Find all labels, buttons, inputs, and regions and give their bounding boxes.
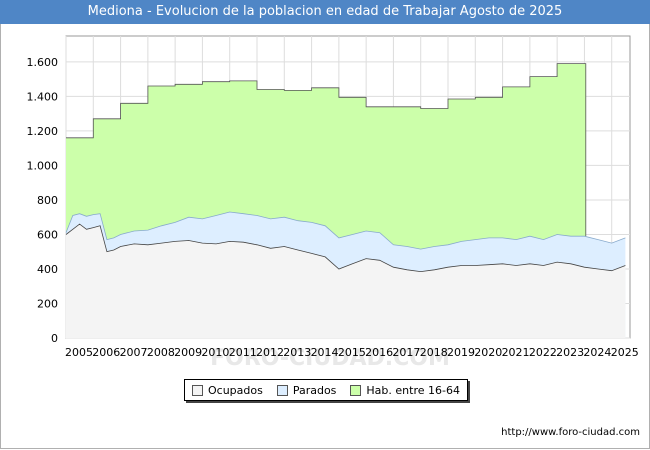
y-tick-label: 1.200 — [27, 125, 59, 138]
x-tick-label: 2021 — [502, 346, 530, 359]
legend-swatch-parados — [276, 384, 288, 396]
x-tick-label: 2018 — [420, 346, 448, 359]
x-tick-label: 2009 — [174, 346, 202, 359]
legend-item-parados: Parados — [276, 383, 337, 397]
x-tick-label: 2005 — [65, 346, 93, 359]
x-tick-label: 2024 — [583, 346, 611, 359]
x-tick-label: 2019 — [447, 346, 475, 359]
x-tick-label: 2020 — [474, 346, 502, 359]
y-tick-label: 1.600 — [27, 56, 59, 69]
x-tick-label: 2016 — [365, 346, 393, 359]
y-tick-label: 1.000 — [27, 159, 59, 172]
x-tick-label: 2011 — [229, 346, 257, 359]
y-tick-label: 800 — [37, 194, 58, 207]
legend-item-ocupados: Ocupados — [191, 383, 263, 397]
series-areas — [65, 63, 626, 338]
x-tick-label: 2010 — [201, 346, 229, 359]
legend-item-hab: Hab. entre 16-64 — [350, 384, 460, 397]
legend-label-parados: Parados — [292, 383, 337, 397]
x-tick-label: 2012 — [256, 346, 284, 359]
legend-swatch-hab — [350, 384, 362, 396]
x-tick-label: 2017 — [392, 346, 420, 359]
x-axis-ticks: 2005 2006 2007 2008 2009 2010 2011 2012 2013 2014… — [65, 346, 639, 359]
y-tick-label: 400 — [37, 263, 58, 276]
legend-swatch-ocupados — [191, 384, 203, 396]
x-tick-label: 2013 — [283, 346, 311, 359]
y-tick-label: 600 — [37, 228, 58, 241]
legend-label-ocupados: Ocupados — [207, 383, 263, 397]
y-axis-ticks: 0 200 400 600 800 1.000 1.200 1.400 1.600 — [27, 56, 59, 345]
x-tick-label: 2023 — [556, 346, 584, 359]
x-tick-label: 2006 — [92, 346, 120, 359]
y-tick-label: 1.400 — [27, 90, 59, 103]
y-tick-label: 200 — [37, 297, 58, 310]
x-tick-label: 2025 — [611, 346, 639, 359]
x-tick-label: 2007 — [120, 346, 148, 359]
legend: Ocupados Parados Hab. entre 16-64 — [184, 379, 468, 401]
x-tick-label: 2014 — [311, 346, 339, 359]
x-tick-label: 2015 — [338, 346, 366, 359]
x-tick-label: 2008 — [147, 346, 175, 359]
y-tick-label: 0 — [51, 332, 58, 345]
source-link[interactable]: http://www.foro-ciudad.com — [501, 427, 640, 438]
legend-label-hab: Hab. entre 16-64 — [366, 383, 460, 397]
x-tick-label: 2022 — [529, 346, 557, 359]
